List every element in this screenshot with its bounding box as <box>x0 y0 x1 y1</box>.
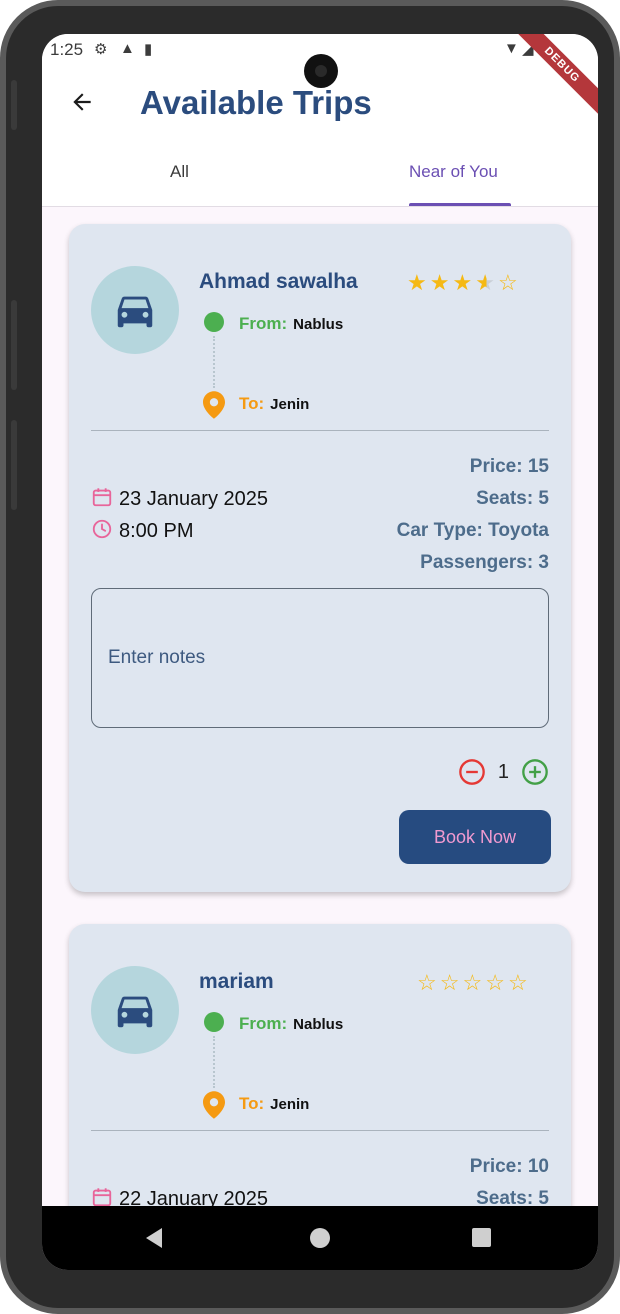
from-label: From: <box>239 1014 288 1033</box>
trip-date-text: 23 January 2025 <box>119 488 269 510</box>
arrow-back-icon <box>73 93 91 111</box>
settings-gear-icon: ⚙ <box>94 41 108 58</box>
star-full-icon: ★ <box>407 270 430 295</box>
seats-text: Seats: 5 <box>476 1188 549 1206</box>
book-now-button[interactable]: Book Now <box>399 810 551 864</box>
trip-card: mariam ☆☆☆☆☆ From: Nablus To: Jenin 22 Jan… <box>69 924 571 1206</box>
card-divider <box>91 1130 549 1131</box>
trip-list[interactable]: Ahmad sawalha ★★★★☆ From: Nablus To: Jenin… <box>42 207 598 1206</box>
tab-all[interactable]: All <box>170 162 189 182</box>
from-row: From: Nablus <box>239 1014 343 1034</box>
star-full-icon: ★ <box>429 270 453 295</box>
star-empty-icon: ☆ <box>485 970 508 995</box>
route-line <box>213 336 215 388</box>
to-city: Jenin <box>270 1096 310 1113</box>
from-city: Nablus <box>293 316 344 333</box>
calendar-icon <box>92 488 112 507</box>
seats-text: Seats: 5 <box>476 488 549 509</box>
add-circle-icon[interactable] <box>521 758 549 786</box>
rating-stars: ☆☆☆☆☆ <box>417 970 531 996</box>
app-screen: 1:25 ⚙ ▲ ▮ ▼ ◢ ▮ DEBUG Available Trips A… <box>42 34 598 1270</box>
quantity-value: 1 <box>497 760 509 783</box>
to-row: To: Jenin <box>239 394 309 414</box>
star-empty-icon: ☆ <box>507 970 531 995</box>
driver-avatar <box>91 266 179 354</box>
green-dot-icon <box>204 1012 224 1032</box>
phone-side-button <box>11 300 17 390</box>
driver-avatar <box>91 966 179 1054</box>
from-label: From: <box>239 314 288 333</box>
star-empty-icon: ☆ <box>462 970 486 995</box>
quantity-stepper: 1 <box>458 758 549 788</box>
from-city: Nablus <box>293 1016 344 1033</box>
notes-input[interactable] <box>91 588 549 728</box>
nav-back-icon[interactable] <box>146 1228 162 1248</box>
trip-time: 8:00 PM <box>91 518 193 543</box>
to-label: To: <box>239 1094 265 1113</box>
price-text: Price: 15 <box>469 456 549 477</box>
car-icon <box>117 296 153 328</box>
star-empty-icon: ☆ <box>497 270 521 295</box>
location-pin-icon <box>203 391 225 419</box>
trip-date: 23 January 2025 <box>91 486 268 511</box>
tab-near-of-you[interactable]: Near of You <box>409 162 498 182</box>
star-empty-icon: ☆ <box>417 970 440 995</box>
nav-home-icon[interactable] <box>310 1228 330 1248</box>
front-camera <box>304 54 338 88</box>
price-text: Price: 10 <box>469 1156 549 1177</box>
system-nav-bar <box>42 1206 598 1270</box>
to-label: To: <box>239 394 265 413</box>
star-empty-icon: ☆ <box>439 970 463 995</box>
page-title: Available Trips <box>140 84 372 121</box>
to-city: Jenin <box>270 396 310 413</box>
from-row: From: Nablus <box>239 314 343 334</box>
driver-name: mariam <box>199 970 274 993</box>
remove-circle-icon[interactable] <box>458 758 486 786</box>
card-divider <box>91 430 549 431</box>
rating-stars: ★★★★☆ <box>407 270 521 296</box>
car-icon <box>117 996 153 1028</box>
tab-bar: All Near of You <box>42 152 598 207</box>
sd-card-icon: ▮ <box>144 41 153 58</box>
car-type-text: Car Type: Toyota <box>396 520 549 541</box>
nav-recents-icon[interactable] <box>472 1228 491 1247</box>
trip-date: 22 January 2025 <box>91 1186 268 1206</box>
calendar-icon <box>92 1188 112 1206</box>
status-time: 1:25 <box>50 40 84 59</box>
to-row: To: Jenin <box>239 1094 309 1114</box>
warning-icon: ▲ <box>120 40 135 57</box>
star-full-icon: ★ <box>452 270 476 295</box>
passengers-text: Passengers: 3 <box>420 552 549 573</box>
phone-side-button <box>11 420 17 510</box>
location-pin-icon <box>203 1091 225 1119</box>
wifi-icon: ▼ <box>504 40 519 57</box>
clock-icon <box>92 519 112 539</box>
driver-name: Ahmad sawalha <box>199 270 358 293</box>
tab-indicator <box>409 203 511 206</box>
trip-date-text: 22 January 2025 <box>119 1188 269 1206</box>
back-button[interactable] <box>64 84 100 120</box>
star-half-icon: ★ <box>475 270 498 295</box>
green-dot-icon <box>204 312 224 332</box>
trip-card: Ahmad sawalha ★★★★☆ From: Nablus To: Jenin… <box>69 224 571 892</box>
route-line <box>213 1036 215 1088</box>
phone-side-button <box>11 80 17 130</box>
trip-time-text: 8:00 PM <box>119 520 194 542</box>
